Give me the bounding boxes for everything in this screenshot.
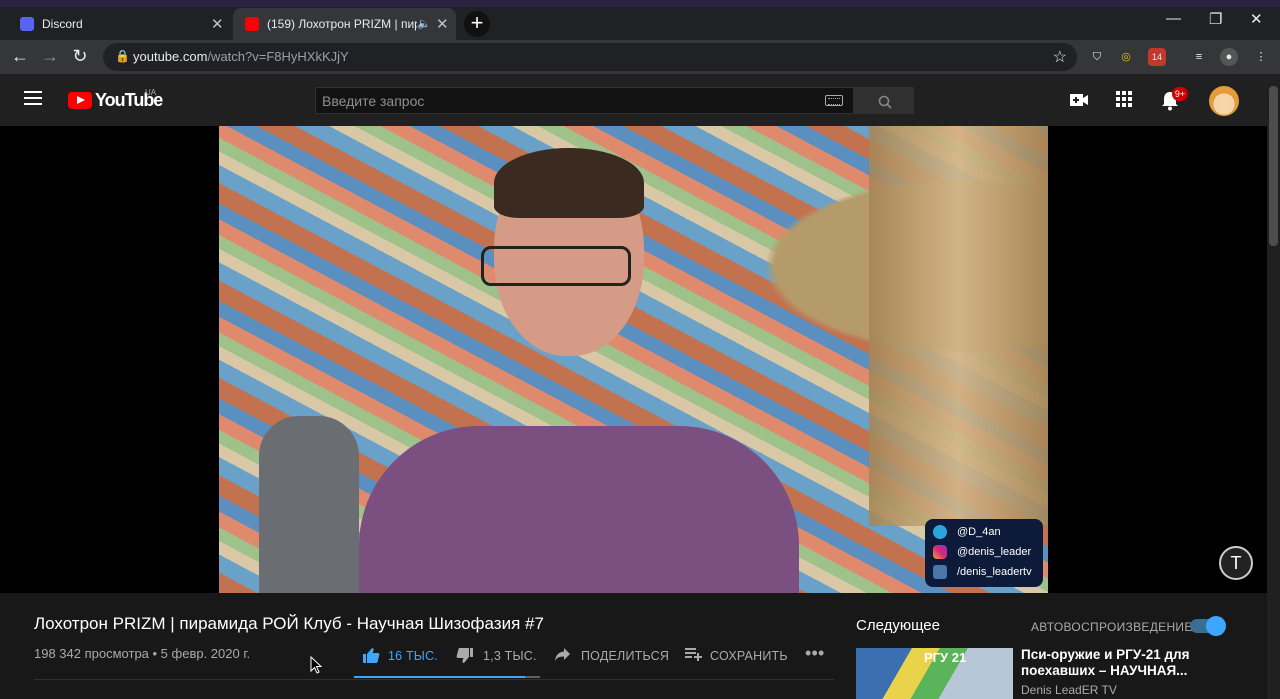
curtain xyxy=(869,126,1048,526)
next-video-title[interactable]: Пси-оружие и РГУ-21 для поехавших – НАУЧ… xyxy=(1021,647,1221,679)
restore-icon[interactable]: ❐ xyxy=(1209,10,1222,28)
social-row-instagram: @denis_leader xyxy=(933,543,1043,563)
view-count-date: 198 342 просмотра • 5 февр. 2020 г. xyxy=(34,646,251,661)
like-button[interactable]: 16 ТЫС. xyxy=(362,647,438,667)
instagram-icon xyxy=(933,545,947,559)
search-button[interactable] xyxy=(854,87,914,114)
next-video-channel[interactable]: Denis LeadER TV xyxy=(1021,683,1117,697)
save-label: СОХРАНИТЬ xyxy=(710,649,788,663)
notifications-badge: 9+ xyxy=(1172,87,1188,101)
telegram-icon xyxy=(933,525,947,539)
add-to-playlist-icon xyxy=(685,648,702,661)
country-code: UA xyxy=(145,88,157,97)
dislike-button[interactable]: 1,3 ТЫС. xyxy=(456,647,536,667)
video-player[interactable]: @D_4an @denis_leader /denis_leadertv xyxy=(0,126,1267,593)
minimize-icon[interactable]: — xyxy=(1166,10,1181,27)
keyboard-icon[interactable] xyxy=(825,95,843,106)
share-button[interactable]: ПОДЕЛИТЬСЯ xyxy=(554,647,669,665)
chrome-menu-icon[interactable]: ⋮ xyxy=(1252,48,1270,66)
create-video-icon[interactable] xyxy=(1069,91,1089,109)
browser-tab-strip: Discord ✕ (159) Лохотрон PRIZM | пир 🔈 ✕… xyxy=(0,0,1280,40)
person-shirt xyxy=(359,426,799,593)
counter-extension-icon[interactable]: 14 xyxy=(1148,48,1166,66)
mouse-cursor-icon xyxy=(310,656,322,674)
media-controls-icon[interactable]: ≡ xyxy=(1190,48,1208,66)
toggle-knob[interactable] xyxy=(1206,616,1226,636)
discord-favicon-icon xyxy=(20,17,34,31)
like-dislike-bar xyxy=(354,676,540,678)
youtube-play-icon xyxy=(68,92,92,109)
video-frame[interactable]: @D_4an @denis_leader /denis_leadertv xyxy=(219,126,1048,593)
share-label: ПОДЕЛИТЬСЯ xyxy=(581,649,670,663)
tab-youtube[interactable]: (159) Лохотрон PRIZM | пир 🔈 ✕ xyxy=(233,8,456,40)
autoplay-label: АВТОВОСПРОИЗВЕДЕНИЕ xyxy=(1031,620,1193,634)
youtube-masthead: YouTube UA 9+ xyxy=(0,74,1267,126)
autoplay-toggle[interactable] xyxy=(1190,616,1226,636)
tab-title: Discord xyxy=(42,17,83,31)
window-top-edge xyxy=(0,0,1280,7)
close-window-icon[interactable]: ✕ xyxy=(1250,10,1263,28)
browser-toolbar: ← → ↻ 🔒 youtube.com/watch?v=F8HyHXkKJjY … xyxy=(0,40,1280,74)
share-icon xyxy=(555,648,570,661)
thumbnail-caption: РГУ 21 xyxy=(924,650,967,665)
apps-grid-icon[interactable] xyxy=(1116,91,1132,107)
bookmark-star-icon[interactable]: ☆ xyxy=(1053,47,1067,67)
extension-floating-button[interactable]: T xyxy=(1219,546,1253,580)
tab-discord[interactable]: Discord ✕ xyxy=(8,8,232,40)
dislike-count: 1,3 ТЫС. xyxy=(483,649,537,663)
coin-extension-icon[interactable]: ◎ xyxy=(1117,48,1135,66)
new-tab-button[interactable]: + xyxy=(464,11,490,37)
social-row-vk: /denis_leadertv xyxy=(933,563,1043,583)
forward-icon[interactable]: → xyxy=(39,46,61,67)
close-tab-icon[interactable]: ✕ xyxy=(436,15,449,33)
address-bar[interactable]: 🔒 youtube.com/watch?v=F8HyHXkKJjY ☆ xyxy=(103,43,1077,71)
profile-icon[interactable]: ● xyxy=(1220,48,1238,66)
social-row-telegram: @D_4an xyxy=(933,523,1043,543)
info-divider xyxy=(34,679,834,680)
close-tab-icon[interactable]: ✕ xyxy=(211,15,224,33)
youtube-favicon-icon xyxy=(245,17,259,31)
tab-title: (159) Лохотрон PRIZM | пир xyxy=(267,17,417,31)
reload-icon[interactable]: ↻ xyxy=(69,46,91,67)
shield-extension-icon[interactable]: ⛉ xyxy=(1088,48,1106,66)
search-input[interactable] xyxy=(316,88,816,113)
back-icon[interactable]: ← xyxy=(9,46,31,67)
menu-icon[interactable] xyxy=(24,91,42,105)
thumbs-up-icon xyxy=(363,648,380,663)
video-title: Лохотрон PRIZM | пирамида РОЙ Клуб - Нау… xyxy=(34,614,544,633)
lock-icon[interactable]: 🔒 xyxy=(115,49,130,63)
social-overlay: @D_4an @denis_leader /denis_leadertv xyxy=(925,519,1043,587)
like-ratio-fill xyxy=(354,676,526,678)
person-hair xyxy=(494,148,644,218)
search-icon xyxy=(878,95,892,109)
avatar[interactable] xyxy=(1209,86,1239,116)
more-actions-icon[interactable]: ••• xyxy=(805,643,825,664)
like-count: 16 ТЫС. xyxy=(388,649,438,663)
thumbs-down-icon xyxy=(456,648,473,663)
search-box xyxy=(315,87,854,114)
save-button[interactable]: СОХРАНИТЬ xyxy=(685,647,788,665)
vk-icon xyxy=(933,565,947,579)
scrollbar-thumb[interactable] xyxy=(1269,86,1278,246)
next-video-thumbnail[interactable]: РГУ 21 xyxy=(856,648,1013,699)
audio-playing-icon[interactable]: 🔈 xyxy=(417,17,431,30)
person-glasses xyxy=(481,246,631,286)
url-text[interactable]: youtube.com/watch?v=F8HyHXkKJjY xyxy=(133,49,349,64)
page-scrollbar[interactable] xyxy=(1267,74,1280,699)
up-next-heading: Следующее xyxy=(856,617,940,634)
microphone xyxy=(259,416,359,593)
